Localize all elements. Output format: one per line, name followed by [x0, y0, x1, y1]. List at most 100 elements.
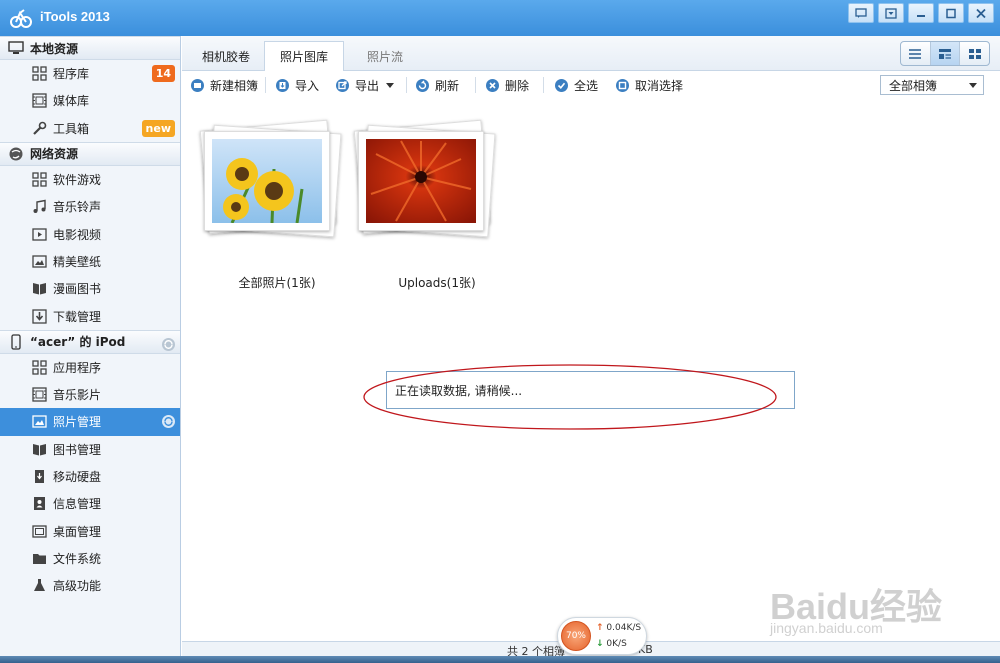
- deselect-button[interactable]: 取消选择: [615, 77, 683, 94]
- new-album-label: 新建相簿: [210, 79, 259, 93]
- sidebar-item-label: 音乐影片: [53, 388, 102, 403]
- network-speed-widget[interactable]: 70% ↑ 0.04K/S ↓ 0K/S: [557, 617, 647, 655]
- list-view-icon: [909, 48, 922, 59]
- feedback-button[interactable]: [848, 3, 874, 23]
- os-taskbar: [0, 656, 1000, 663]
- import-icon: [275, 78, 290, 93]
- sidebar-item-info-management[interactable]: 信息管理: [0, 490, 180, 517]
- red-flower-photo: [366, 139, 476, 223]
- delete-button[interactable]: 删除: [485, 77, 529, 94]
- grid-icon: [31, 172, 47, 188]
- delete-icon: [485, 78, 500, 93]
- chevron-down-icon: [969, 83, 977, 88]
- album-cover: [204, 131, 330, 231]
- sidebar-item-desktop-management[interactable]: 桌面管理: [0, 517, 180, 544]
- checkbox-empty-icon: [615, 78, 630, 93]
- picture-icon: [31, 414, 47, 430]
- album-all-photos[interactable]: 全部照片(1张): [192, 119, 362, 290]
- view-list-button[interactable]: [901, 42, 931, 65]
- new-album-button[interactable]: 新建相簿: [190, 77, 258, 94]
- chevron-down-icon[interactable]: [386, 83, 395, 88]
- sidebar-item-label: 工具箱: [53, 121, 90, 136]
- sidebar-item-advanced[interactable]: 高级功能: [0, 572, 180, 599]
- sidebar-item-toolbox[interactable]: 工具箱 new: [0, 115, 180, 142]
- refresh-label: 刷新: [435, 79, 460, 93]
- sidebar-item-label: 程序库: [53, 67, 90, 82]
- checkbox-checked-icon: [554, 78, 569, 93]
- sidebar-item-photo-management[interactable]: 照片管理: [0, 408, 180, 436]
- sidebar-item-label: 文件系统: [53, 551, 102, 566]
- sidebar-item-label: 图书管理: [53, 442, 102, 457]
- sidebar-section-network[interactable]: 网络资源: [0, 141, 180, 166]
- upload-speed-value: 0.04K/S: [606, 623, 642, 633]
- toolbar-divider: [543, 77, 544, 93]
- globe-icon: [8, 146, 24, 162]
- sidebar-section-label: “acer” 的 iPod: [30, 335, 126, 350]
- export-button[interactable]: 导出: [335, 77, 395, 94]
- sidebar-item-file-system[interactable]: 文件系统: [0, 545, 180, 572]
- sidebar-item-mobile-disk[interactable]: 移动硬盘: [0, 463, 180, 490]
- menu-button[interactable]: [878, 3, 904, 23]
- album-filter-select[interactable]: 全部相簿: [880, 75, 984, 95]
- select-all-label: 全选: [574, 79, 599, 93]
- tab-photo-stream[interactable]: 照片流: [346, 41, 424, 71]
- tab-photo-library[interactable]: 照片图库: [264, 41, 344, 71]
- sync-icon[interactable]: [161, 337, 176, 352]
- sidebar-item-label: 照片管理: [53, 415, 102, 430]
- album-label: Uploads(1张): [398, 276, 476, 290]
- picture-icon: [31, 253, 47, 269]
- sidebar-item-label: 信息管理: [53, 497, 102, 512]
- grid-icon: [31, 66, 47, 82]
- download-icon: [31, 308, 47, 324]
- watermark: Baidu经验 jingyan.baidu.com: [770, 578, 990, 640]
- arrow-up-icon: ↑: [596, 623, 604, 633]
- album-filter-value: 全部相簿: [889, 78, 938, 93]
- sidebar-item-wallpapers[interactable]: 精美壁纸: [0, 248, 180, 275]
- close-icon: [976, 8, 986, 18]
- tab-camera-roll[interactable]: 相机胶卷: [188, 41, 264, 71]
- sidebar-item-book-management[interactable]: 图书管理: [0, 436, 180, 463]
- book-icon: [31, 281, 47, 297]
- sidebar-section-device[interactable]: “acer” 的 iPod: [0, 329, 180, 354]
- sidebar-item-label: 漫画图书: [53, 282, 102, 297]
- delete-label: 删除: [505, 79, 530, 93]
- video-icon: [31, 226, 47, 242]
- sidebar-item-applications[interactable]: 应用程序: [0, 354, 180, 381]
- sidebar-item-comics-books[interactable]: 漫画图书: [0, 275, 180, 302]
- sidebar-item-media-library[interactable]: 媒体库: [0, 87, 180, 114]
- chat-icon: [855, 7, 867, 18]
- new-badge: new: [141, 119, 175, 137]
- sidebar-item-label: 移动硬盘: [53, 470, 102, 484]
- sidebar-item-label: 音乐铃声: [53, 200, 102, 215]
- sidebar-section-label: 本地资源: [30, 41, 79, 56]
- import-button[interactable]: 导入: [275, 77, 319, 94]
- detail-view-icon: [939, 48, 951, 59]
- grid-view-icon: [968, 48, 981, 59]
- refresh-button[interactable]: 刷新: [415, 77, 459, 94]
- sunflower-photo: [212, 139, 322, 224]
- maximize-button[interactable]: [938, 3, 964, 23]
- sidebar-item-software-games[interactable]: 软件游戏: [0, 166, 180, 193]
- app-title: iTools 2013: [40, 9, 110, 24]
- count-badge: 14: [151, 65, 175, 82]
- speed-percent: 70%: [561, 621, 591, 651]
- sidebar-section-label: 网络资源: [30, 147, 79, 162]
- itools-logo-icon: [10, 9, 32, 28]
- sidebar-item-music-movies[interactable]: 音乐影片: [0, 381, 180, 408]
- minimize-button[interactable]: [908, 3, 934, 23]
- sidebar-section-local[interactable]: 本地资源: [0, 36, 180, 60]
- view-grid-button[interactable]: [960, 42, 989, 65]
- sidebar-item-downloads[interactable]: 下载管理: [0, 302, 180, 329]
- sidebar-item-apps-library[interactable]: 程序库 14: [0, 60, 180, 87]
- photo-library-content: 全部照片(1张) Uploads(1张) 正在读取数据, 请稍候...: [182, 99, 1000, 641]
- sync-icon[interactable]: [161, 414, 176, 429]
- refresh-icon: [415, 78, 430, 93]
- sidebar-item-music-ringtones[interactable]: 音乐铃声: [0, 193, 180, 220]
- album-uploads[interactable]: Uploads(1张): [352, 119, 522, 290]
- album-cover: [358, 131, 484, 231]
- view-detail-button[interactable]: [930, 42, 961, 65]
- select-all-button[interactable]: 全选: [554, 77, 598, 94]
- close-button[interactable]: [968, 3, 994, 23]
- contacts-icon: [31, 496, 47, 512]
- sidebar-item-movies-videos[interactable]: 电影视频: [0, 220, 180, 247]
